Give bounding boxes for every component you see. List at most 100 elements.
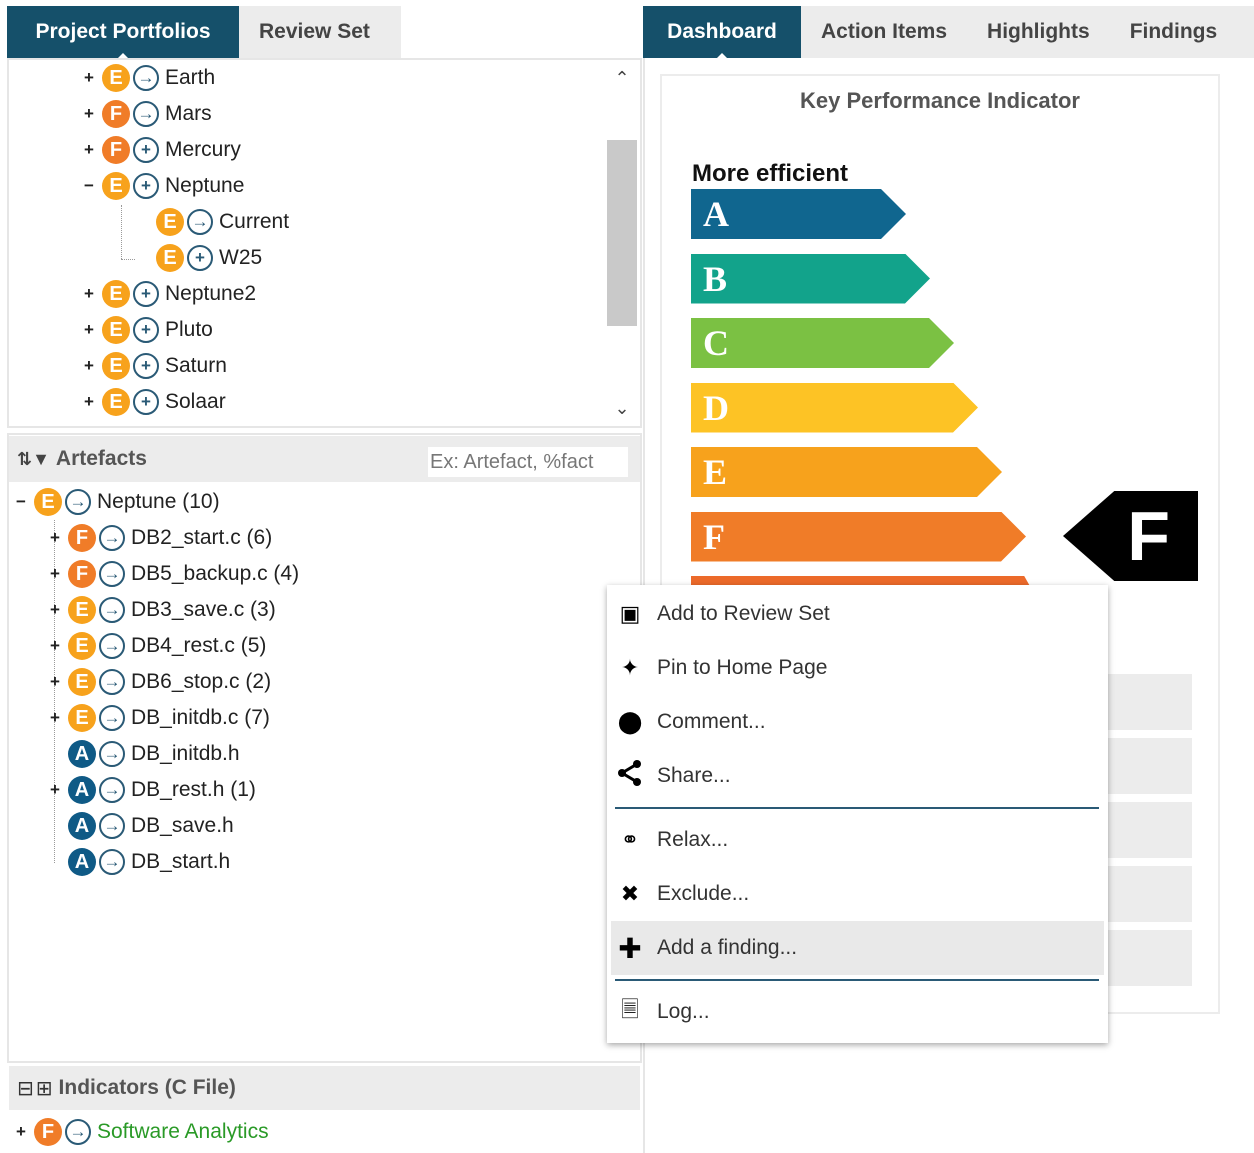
menu-pin-to-home-page[interactable]: ✦ Pin to Home Page (611, 641, 1104, 695)
tree-item-label[interactable]: DB_initdb.c (7) (131, 706, 270, 730)
portfolio-scrollbar[interactable]: ⌃ ⌄ (607, 62, 637, 424)
expand-icon[interactable]: + (48, 565, 62, 582)
tree-item-label[interactable]: Neptune2 (165, 282, 256, 306)
tree-item-label[interactable]: DB4_rest.c (5) (131, 634, 266, 658)
tree-item-label[interactable]: DB6_stop.c (2) (131, 670, 271, 694)
tree-item-label[interactable]: Pluto (165, 318, 213, 342)
tab-dashboard[interactable]: Dashboard (643, 6, 801, 59)
expand-icon[interactable]: + (14, 1123, 28, 1140)
tab-project-portfolios[interactable]: Project Portfolios (7, 6, 239, 59)
plus-circle-icon[interactable]: + (133, 389, 159, 415)
arrow-right-icon[interactable]: → (99, 561, 125, 587)
arrow-right-icon[interactable]: → (99, 633, 125, 659)
tree-item-label[interactable]: Solaar (165, 390, 226, 414)
tree-item-label[interactable]: Earth (165, 66, 215, 90)
plus-circle-icon[interactable]: + (133, 353, 159, 379)
tree-item-label[interactable]: W25 (219, 246, 262, 270)
arrow-right-icon[interactable]: → (99, 741, 125, 767)
arrow-right-icon[interactable]: → (99, 705, 125, 731)
tree-item-label[interactable]: Neptune (165, 174, 244, 198)
menu-add-to-review-set[interactable]: ▣ Add to Review Set (611, 587, 1104, 641)
tree-row[interactable]: − E + Neptune (82, 170, 244, 202)
menu-relax[interactable]: ⚭ Relax... (611, 813, 1104, 867)
arrow-right-icon[interactable]: → (99, 813, 125, 839)
tree-item-label[interactable]: Saturn (165, 354, 227, 378)
tree-row[interactable]: + F + Mercury (82, 134, 241, 166)
expand-icon[interactable]: + (82, 357, 96, 374)
plus-circle-icon[interactable]: + (133, 281, 159, 307)
indicator-row[interactable]: + F → Software Analytics (14, 1116, 269, 1148)
expand-icon[interactable]: + (82, 69, 96, 86)
artefact-filter-input[interactable] (428, 447, 628, 477)
sort-filter-icon[interactable]: ⇅▼ (17, 449, 50, 470)
tree-row[interactable]: A → DB_initdb.h (48, 738, 240, 770)
tree-item-label[interactable]: Current (219, 210, 289, 234)
tree-item-label[interactable]: DB2_start.c (6) (131, 526, 272, 550)
indicator-label[interactable]: Software Analytics (97, 1120, 269, 1144)
arrow-right-icon[interactable]: → (99, 525, 125, 551)
tree-row[interactable]: + E → Earth (82, 62, 215, 94)
tab-review-set[interactable]: Review Set (239, 6, 390, 58)
tree-row[interactable]: + E + Pluto (82, 314, 213, 346)
tree-row[interactable]: E + W25 (136, 242, 262, 274)
menu-share[interactable]: Share... (611, 749, 1104, 803)
menu-comment[interactable]: ⬤ Comment... (611, 695, 1104, 749)
tree-item-label[interactable]: Mercury (165, 138, 241, 162)
arrow-right-icon[interactable]: → (99, 849, 125, 875)
collapse-all-icon[interactable]: ⊟ (17, 1076, 34, 1101)
menu-log[interactable]: 🗏 Log... (611, 985, 1104, 1039)
tree-row[interactable]: + E → DB4_rest.c (5) (48, 630, 266, 662)
menu-add-a-finding[interactable]: ✚ Add a finding... (611, 921, 1104, 975)
scroll-down-icon[interactable]: ⌄ (614, 399, 630, 417)
expand-icon[interactable]: + (48, 673, 62, 690)
tree-row[interactable]: + E + Solaar (82, 386, 226, 418)
plus-circle-icon[interactable]: + (133, 317, 159, 343)
tree-row[interactable]: + F → DB5_backup.c (4) (48, 558, 634, 590)
arrow-right-icon[interactable]: → (99, 777, 125, 803)
tree-item-label[interactable]: DB5_backup.c (4) (131, 562, 299, 586)
tree-item-label[interactable]: Mars (165, 102, 212, 126)
tree-row[interactable]: + E → DB3_save.c (3) (48, 594, 276, 626)
expand-icon[interactable]: + (82, 321, 96, 338)
collapse-icon[interactable]: − (14, 493, 28, 510)
collapse-icon[interactable]: − (82, 177, 96, 194)
arrow-right-icon[interactable]: → (99, 597, 125, 623)
tree-row[interactable]: + E → DB_initdb.c (7) (48, 702, 270, 734)
expand-all-icon[interactable]: ⊞ (36, 1076, 53, 1101)
expand-icon[interactable]: + (82, 141, 96, 158)
tree-item-label[interactable]: DB_initdb.h (131, 742, 240, 766)
arrow-right-icon[interactable]: → (65, 1119, 91, 1145)
expand-icon[interactable]: + (48, 601, 62, 618)
expand-icon[interactable]: + (82, 105, 96, 122)
scroll-up-icon[interactable]: ⌃ (614, 69, 630, 87)
expand-icon[interactable]: + (48, 529, 62, 546)
arrow-right-icon[interactable]: → (187, 209, 213, 235)
tab-findings[interactable]: Findings (1110, 6, 1238, 58)
expand-icon[interactable]: + (82, 285, 96, 302)
tree-row[interactable]: + F → Mars (82, 98, 212, 130)
tree-item-label[interactable]: DB_rest.h (1) (131, 778, 256, 802)
tree-row[interactable]: + A → DB_rest.h (1) (48, 774, 256, 806)
tree-row[interactable]: E → Current (136, 206, 601, 238)
arrow-right-icon[interactable]: → (133, 65, 159, 91)
tree-row[interactable]: A → DB_save.h (48, 810, 234, 842)
tree-item-label[interactable]: Neptune (10) (97, 490, 220, 514)
plus-circle-icon[interactable]: + (133, 173, 159, 199)
expand-icon[interactable]: + (48, 781, 62, 798)
arrow-right-icon[interactable]: → (133, 101, 159, 127)
tree-item-label[interactable]: DB_save.h (131, 814, 234, 838)
tab-action-items[interactable]: Action Items (801, 6, 967, 58)
scroll-thumb[interactable] (607, 140, 637, 326)
tree-item-label[interactable]: DB3_save.c (3) (131, 598, 276, 622)
plus-circle-icon[interactable]: + (133, 137, 159, 163)
expand-icon[interactable]: + (48, 709, 62, 726)
tree-row[interactable]: − E → Neptune (10) (14, 486, 220, 518)
expand-icon[interactable]: + (48, 637, 62, 654)
tree-row[interactable]: A → DB_start.h (48, 846, 230, 878)
arrow-right-icon[interactable]: → (99, 669, 125, 695)
tree-row[interactable]: + E + Saturn (82, 350, 227, 382)
expand-icon[interactable]: + (82, 393, 96, 410)
tree-row[interactable]: + F → DB2_start.c (6) (48, 522, 272, 554)
menu-exclude[interactable]: ✖ Exclude... (611, 867, 1104, 921)
tree-row[interactable]: + E → DB6_stop.c (2) (48, 666, 271, 698)
